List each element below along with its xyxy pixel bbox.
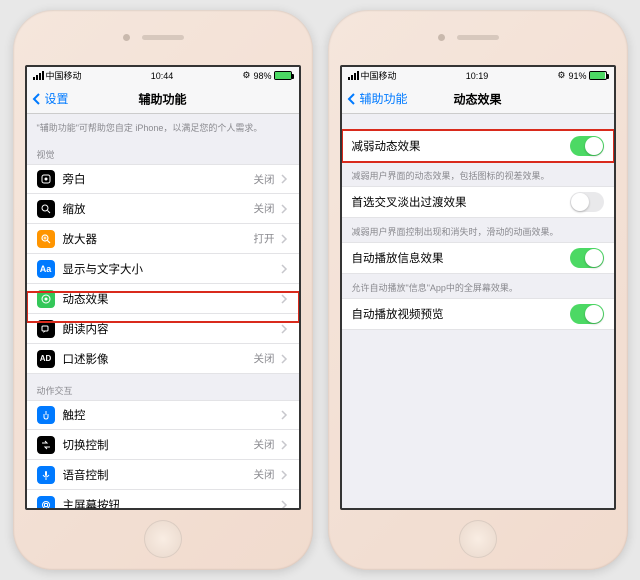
audio-desc-icon: AD — [37, 350, 55, 368]
toggle-crossfade[interactable] — [570, 192, 604, 212]
clock: 10:19 — [466, 71, 489, 81]
chevron-right-icon — [279, 234, 289, 244]
row-display-text-size[interactable]: Aa 显示与文字大小 — [27, 254, 299, 284]
row-motion[interactable]: 动态效果 — [27, 284, 299, 314]
content: "辅助功能"可帮助您自定 iPhone，以满足您的个人需求。 视觉 旁白 关闭 … — [27, 114, 299, 508]
row-prefer-crossfade[interactable]: 首选交叉淡出过渡效果 — [342, 186, 614, 218]
toggle-autoplay-messages[interactable] — [570, 248, 604, 268]
magnifier-icon — [37, 230, 55, 248]
chevron-left-icon — [31, 93, 43, 105]
zoom-icon — [37, 200, 55, 218]
signal-icon — [348, 71, 359, 80]
label: 口述影像 — [63, 351, 254, 367]
intro-text: "辅助功能"可帮助您自定 iPhone，以满足您的个人需求。 — [27, 114, 299, 138]
label: 减弱动态效果 — [352, 138, 570, 154]
label: 缩放 — [63, 201, 254, 217]
chevron-right-icon — [279, 204, 289, 214]
signal-icon — [33, 71, 44, 80]
row-autoplay-message-effects[interactable]: 自动播放信息效果 — [342, 242, 614, 274]
battery-icon — [274, 71, 292, 80]
voice-icon — [37, 466, 55, 484]
row-reduce-motion[interactable]: 减弱动态效果 — [342, 130, 614, 162]
phone-left: 中国移动 10:44 ⚙︎ 98% 设置 辅助功能 "辅助功能"可帮助您自定 i… — [13, 10, 313, 570]
label: 自动播放信息效果 — [352, 250, 570, 266]
motion-icon — [37, 290, 55, 308]
carrier-label: 中国移动 — [361, 69, 397, 82]
chevron-right-icon — [279, 294, 289, 304]
value: 关闭 — [254, 437, 275, 452]
label: 朗读内容 — [63, 321, 279, 337]
row-touch[interactable]: 触控 — [27, 400, 299, 430]
chevron-right-icon — [279, 500, 289, 508]
note: 减弱用户界面控制出现和消失时，滑动的动画效果。 — [342, 218, 614, 242]
battery-pct: 98% — [253, 71, 271, 81]
row-home-button[interactable]: 主屏幕按钮 — [27, 490, 299, 508]
home-button-hardware[interactable] — [144, 520, 182, 558]
back-label: 辅助功能 — [360, 90, 408, 107]
value: 关闭 — [254, 172, 275, 187]
row-switch-control[interactable]: 切换控制 关闭 — [27, 430, 299, 460]
label: 语音控制 — [63, 467, 254, 483]
page-title: 辅助功能 — [138, 90, 186, 107]
chevron-right-icon — [279, 324, 289, 334]
label: 自动播放视频预览 — [352, 306, 570, 322]
note: 允许自动播放"信息"App中的全屏幕效果。 — [342, 274, 614, 298]
carrier-label: 中国移动 — [46, 69, 82, 82]
section-header-motor: 动作交互 — [27, 374, 299, 400]
row-autoplay-video-previews[interactable]: 自动播放视频预览 — [342, 298, 614, 330]
battery-pct: 91% — [568, 71, 586, 81]
nav-bar: 设置 辅助功能 — [27, 84, 299, 114]
switch-icon — [37, 436, 55, 454]
chevron-right-icon — [279, 354, 289, 364]
row-spoken-content[interactable]: 朗读内容 — [27, 314, 299, 344]
voiceover-icon — [37, 170, 55, 188]
back-label: 设置 — [45, 90, 69, 107]
label: 触控 — [63, 407, 279, 423]
row-magnifier[interactable]: 放大器 打开 — [27, 224, 299, 254]
clock: 10:44 — [151, 71, 174, 81]
label: 放大器 — [63, 231, 254, 247]
value: 关闭 — [254, 467, 275, 482]
value: 关闭 — [254, 351, 275, 366]
chevron-left-icon — [346, 93, 358, 105]
chevron-right-icon — [279, 174, 289, 184]
label: 主屏幕按钮 — [63, 497, 279, 508]
label: 显示与文字大小 — [63, 261, 279, 277]
label: 切换控制 — [63, 437, 254, 453]
status-bar: 中国移动 10:19 ⚙︎ 91% — [342, 67, 614, 84]
textsize-icon: Aa — [37, 260, 55, 278]
page-title: 动态效果 — [453, 90, 501, 107]
screen-accessibility: 中国移动 10:44 ⚙︎ 98% 设置 辅助功能 "辅助功能"可帮助您自定 i… — [25, 65, 301, 510]
label: 旁白 — [63, 171, 254, 187]
toggle-autoplay-video[interactable] — [570, 304, 604, 324]
toggle-reduce-motion[interactable] — [570, 136, 604, 156]
home-icon — [37, 496, 55, 508]
chevron-right-icon — [279, 440, 289, 450]
value: 关闭 — [254, 201, 275, 216]
label: 动态效果 — [63, 291, 279, 307]
nav-bar: 辅助功能 动态效果 — [342, 84, 614, 114]
touch-icon — [37, 406, 55, 424]
value: 打开 — [254, 231, 275, 246]
content: 减弱动态效果 减弱用户界面的动态效果，包括图标的视差效果。 首选交叉淡出过渡效果… — [342, 114, 614, 508]
chevron-right-icon — [279, 410, 289, 420]
speech-icon — [37, 320, 55, 338]
status-bar: 中国移动 10:44 ⚙︎ 98% — [27, 67, 299, 84]
note: 减弱用户界面的动态效果，包括图标的视差效果。 — [342, 162, 614, 186]
screen-motion: 中国移动 10:19 ⚙︎ 91% 辅助功能 动态效果 减弱动态效果 减弱用户界… — [340, 65, 616, 510]
chevron-right-icon — [279, 470, 289, 480]
home-button-hardware[interactable] — [459, 520, 497, 558]
section-header-vision: 视觉 — [27, 138, 299, 164]
chevron-right-icon — [279, 264, 289, 274]
row-voiceover[interactable]: 旁白 关闭 — [27, 164, 299, 194]
phone-right: 中国移动 10:19 ⚙︎ 91% 辅助功能 动态效果 减弱动态效果 减弱用户界… — [328, 10, 628, 570]
back-button[interactable]: 设置 — [27, 90, 69, 107]
battery-icon — [589, 71, 607, 80]
row-zoom[interactable]: 缩放 关闭 — [27, 194, 299, 224]
row-voice-control[interactable]: 语音控制 关闭 — [27, 460, 299, 490]
back-button[interactable]: 辅助功能 — [342, 90, 408, 107]
row-audio-descriptions[interactable]: AD 口述影像 关闭 — [27, 344, 299, 374]
label: 首选交叉淡出过渡效果 — [352, 194, 570, 210]
